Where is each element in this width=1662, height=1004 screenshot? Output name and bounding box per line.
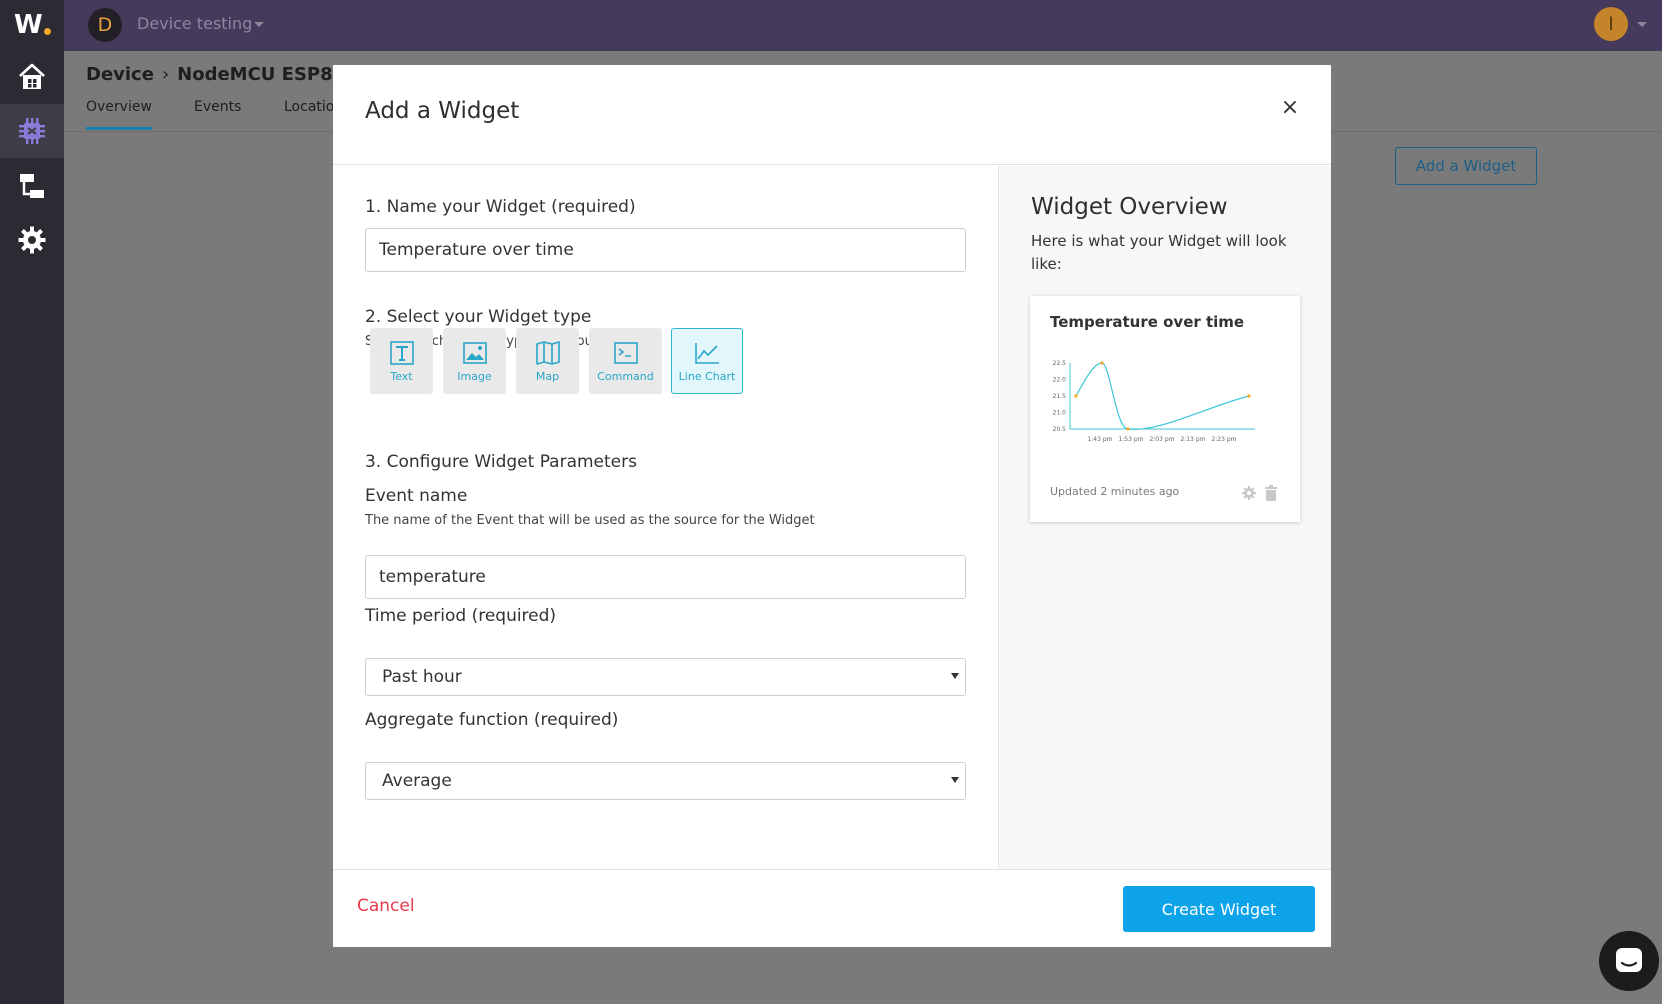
aggregate-select[interactable]: Average [365,762,966,800]
sidebar-item-settings[interactable] [0,213,64,267]
tab-overview[interactable]: Overview [86,99,152,130]
widget-type-label: Text [390,370,413,383]
breadcrumb-separator: › [161,64,170,85]
breadcrumb: Device › NodeMCU ESP826 [86,64,358,85]
breadcrumb-root[interactable]: Device [86,64,154,85]
overview-description: Here is what your Widget will look like: [1031,232,1287,273]
line-chart-icon [695,343,719,364]
event-name-label: Event name [365,486,468,506]
chart-data-point [1247,394,1251,398]
time-period-value: Past hour [382,667,462,687]
tab-location[interactable]: Locatio [284,99,334,115]
chart-y-tick-label: 21.0 [1053,410,1067,417]
sidebar-item-flows[interactable] [0,159,64,213]
chat-launcher-button[interactable] [1599,931,1659,991]
tab-events[interactable]: Events [194,99,241,115]
widget-type-label: Image [457,370,492,383]
chart-data-point [1074,394,1078,398]
chart-y-tick-label: 22.5 [1053,360,1067,367]
widget-preview-card: Temperature over time 22.5 22.0 21.5 21.0 20… [1030,296,1300,522]
widget-type-line-chart[interactable]: Line Chart [671,328,743,394]
workspace-name[interactable]: Device testing [137,14,252,33]
widget-overview-panel: Widget Overview Here is what your Widget… [998,166,1331,869]
chevron-down-icon [951,777,959,783]
modal-title: Add a Widget [365,98,520,124]
top-bar: D Device testing I [64,0,1662,51]
app-logo[interactable]: W [14,8,54,42]
user-chevron-down-icon[interactable] [1637,22,1647,27]
text-icon [389,341,414,365]
chart-data-point [1126,427,1130,431]
preview-updated-text: Updated 2 minutes ago [1050,485,1180,498]
widget-type-label: Command [597,370,654,383]
map-icon [535,341,560,365]
overview-title: Widget Overview [1031,194,1228,220]
widget-type-label: Line Chart [678,370,736,383]
device-chip-icon [19,118,45,144]
step1-title: 1. Name your Widget (required) [365,197,636,217]
user-avatar[interactable]: I [1594,7,1628,41]
workspace-chevron-down-icon[interactable] [254,22,264,27]
create-widget-button[interactable]: Create Widget [1123,886,1315,932]
step3-title: 3. Configure Widget Parameters [365,452,637,472]
gear-icon [18,226,46,254]
sidebar-item-devices[interactable] [0,104,64,158]
aggregate-value: Average [382,771,452,791]
chart-x-tick-label: 1:43 pm [1087,436,1112,443]
chart-x-tick-label: 2:23 pm [1211,436,1236,443]
widget-name-input[interactable] [365,228,966,272]
close-icon[interactable]: × [1278,95,1302,120]
preview-title: Temperature over time [1050,313,1245,331]
chart-y-tick-label: 21.5 [1053,393,1067,400]
widget-type-command[interactable]: Command [589,328,662,394]
add-widget-modal: Add a Widget × 1. Name your Widget (requ… [333,65,1331,947]
widget-type-map[interactable]: Map [516,328,579,394]
time-period-select[interactable]: Past hour [365,658,966,696]
chart-x-tick-label: 1:53 pm [1118,436,1143,443]
widget-type-label: Map [535,370,560,383]
breadcrumb-current: NodeMCU ESP826 [177,64,358,85]
chart-x-tick-label: 2:03 pm [1149,436,1174,443]
chart-y-tick-label: 22.0 [1053,377,1067,384]
trash-icon[interactable] [1264,485,1278,501]
workspace-avatar[interactable]: D [88,8,122,42]
event-name-input[interactable] [365,555,966,599]
chart-y-tick-label: 20.5 [1053,426,1067,433]
sidebar: W [0,0,64,1004]
widget-type-text[interactable]: Text [370,328,433,394]
aggregate-label: Aggregate function (required) [365,710,619,730]
chevron-down-icon [951,673,959,679]
add-widget-button[interactable]: Add a Widget [1395,147,1537,185]
logo-dot [43,27,51,35]
home-icon [19,63,45,89]
chart-data-point [1100,361,1104,365]
image-icon [462,342,487,364]
chart-series-line [1075,362,1250,430]
time-period-label: Time period (required) [365,606,557,626]
logo-text: W [14,10,43,40]
modal-header: Add a Widget × [333,65,1331,165]
command-icon [613,342,638,364]
event-name-hint: The name of the Event that will be used … [365,513,815,528]
modal-footer: Cancel Create Widget [333,869,1331,947]
cancel-button[interactable]: Cancel [357,896,415,916]
widget-type-image[interactable]: Image [443,328,506,394]
widget-form: 1. Name your Widget (required) 2. Select… [333,166,998,869]
chat-icon [1616,948,1642,972]
preview-line-chart: 22.5 22.0 21.5 21.0 20.5 1:43 pm 1:53 pm 2:03 p… [1053,360,1255,443]
sidebar-item-home[interactable] [0,50,64,104]
gear-icon[interactable] [1241,485,1257,501]
step2-title: 2. Select your Widget type [365,307,592,327]
flow-icon [20,174,44,198]
chart-x-tick-label: 2:13 pm [1180,436,1205,443]
